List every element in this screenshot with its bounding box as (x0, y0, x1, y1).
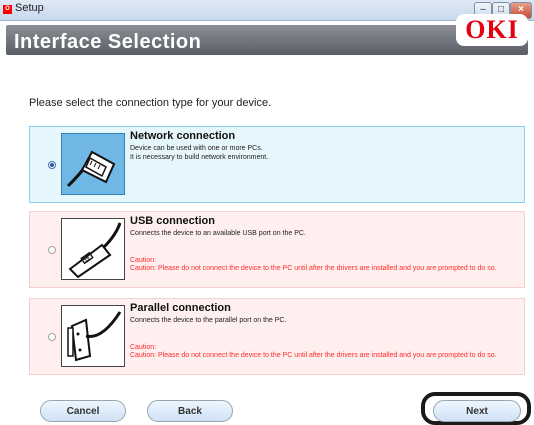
option-description: Device can be used with one or more PCs.… (130, 144, 510, 162)
caution-text: Caution: Caution: Please do not connect … (130, 344, 510, 360)
radio-parallel[interactable] (48, 333, 56, 341)
option-usb[interactable]: ⇄ USB connection Connects the device to … (29, 211, 525, 288)
network-cable-icon (61, 133, 125, 195)
back-button[interactable]: Back (147, 400, 233, 422)
next-button[interactable]: Next (433, 400, 521, 422)
option-desc-line2: It is necessary to build network environ… (130, 154, 269, 161)
option-desc-line1: Device can be used with one or more PCs. (130, 145, 263, 152)
oki-logo: OKI (456, 14, 528, 46)
caution-text: Caution: Caution: Please do not connect … (130, 257, 510, 273)
caution-message: Caution: Please do not connect the devic… (130, 265, 497, 272)
option-title: USB connection (130, 215, 215, 227)
instruction-text: Please select the connection type for yo… (29, 97, 272, 109)
option-network[interactable]: Network connection Device can be used wi… (29, 126, 525, 203)
radio-network[interactable] (48, 161, 56, 169)
window-title: Setup (15, 2, 44, 14)
title-bar: O Setup – □ × (0, 0, 534, 21)
usb-cable-icon: ⇄ (61, 218, 125, 280)
radio-usb[interactable] (48, 246, 56, 254)
option-title: Parallel connection (130, 302, 231, 314)
page-title: Interface Selection (14, 31, 202, 53)
cancel-button[interactable]: Cancel (40, 400, 126, 422)
option-description: Connects the device to an available USB … (130, 230, 306, 237)
option-parallel[interactable]: Parallel connection Connects the device … (29, 298, 525, 375)
oki-logo-text: OKI (465, 15, 519, 44)
caution-label: Caution: (130, 257, 157, 264)
parallel-cable-icon (61, 305, 125, 367)
caution-message: Caution: Please do not connect the devic… (130, 352, 497, 359)
option-title: Network connection (130, 130, 236, 142)
caution-label: Caution: (130, 344, 157, 351)
app-logo-icon: O (3, 5, 12, 14)
option-description: Connects the device to the parallel port… (130, 317, 287, 324)
